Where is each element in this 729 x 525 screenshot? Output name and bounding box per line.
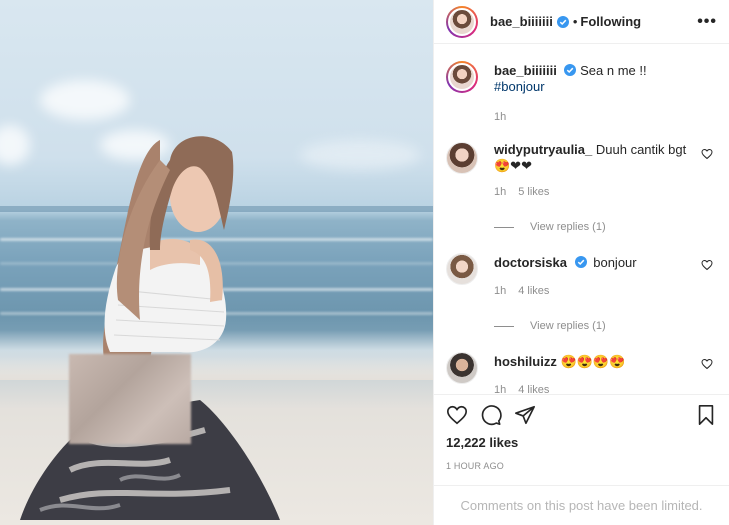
verified-icon [574, 256, 587, 268]
caption: bae_biiiiiii Sea n me !! #bonjour 1h [446, 61, 713, 125]
comment-text: Duuh cantik bgt [595, 142, 687, 157]
following-button[interactable]: Following [580, 14, 641, 29]
comment-text: bonjour [593, 255, 637, 270]
heart-icon[interactable] [446, 404, 468, 426]
instagram-post: bae_biiiiiii • Following ••• bae_biiiiii… [0, 0, 729, 525]
comments-limited-notice: Comments on this post have been limited. [434, 485, 729, 525]
author-avatar[interactable] [446, 5, 478, 38]
caption-text: Sea n me !! [580, 63, 647, 78]
caption-hashtag[interactable]: #bonjour [494, 79, 713, 95]
commenter-avatar[interactable] [446, 253, 478, 285]
comment-time[interactable]: 1h [494, 184, 506, 200]
commenter-avatar[interactable] [446, 352, 478, 384]
post-actions: 12,222 likes 1 HOUR AGO [434, 394, 729, 471]
heart-icon[interactable] [701, 358, 713, 370]
commenter-username[interactable]: hoshiluizz [494, 354, 557, 369]
share-icon[interactable] [514, 404, 536, 426]
separator: • [572, 14, 578, 29]
censor-blur [69, 354, 191, 444]
commenter-username[interactable]: widyputryaulia_ [494, 142, 592, 157]
comment-icon[interactable] [480, 404, 502, 426]
post-timestamp[interactable]: 1 HOUR AGO [446, 461, 717, 471]
action-bar [446, 399, 717, 431]
comment-item: widyputryaulia_ Duuh cantik bgt 😍❤❤ 1h 5 … [446, 142, 713, 200]
comment-likes[interactable]: 4 likes [518, 283, 549, 299]
comment-item: doctorsiska bonjour 1h 4 likes [446, 253, 713, 299]
more-icon[interactable]: ••• [697, 13, 717, 31]
caption-avatar[interactable] [446, 61, 478, 93]
like-count[interactable]: 12,222 likes [446, 435, 717, 450]
comment-emojis: 😍😍😍😍 [560, 354, 626, 369]
bookmark-icon[interactable] [695, 404, 717, 426]
post-photo[interactable] [0, 0, 433, 525]
commenter-avatar[interactable] [446, 142, 478, 174]
caption-username[interactable]: bae_biiiiiii [494, 63, 557, 78]
woman-figure [20, 136, 280, 520]
view-replies[interactable]: View replies (1) [494, 221, 713, 233]
comment-item: hoshiluizz 😍😍😍😍 1h 4 likes [446, 352, 713, 394]
heart-icon[interactable] [701, 148, 713, 160]
comment-time[interactable]: 1h [494, 382, 506, 394]
comment-likes[interactable]: 5 likes [518, 184, 549, 200]
author-username[interactable]: bae_biiiiiii [490, 14, 553, 29]
heart-icon[interactable] [701, 259, 713, 271]
commenter-username[interactable]: doctorsiska [494, 255, 567, 270]
post-sidebar: bae_biiiiiii • Following ••• bae_biiiiii… [433, 0, 729, 525]
view-replies-label[interactable]: View replies (1) [530, 320, 606, 332]
view-replies-label[interactable]: View replies (1) [530, 221, 606, 233]
comment-likes[interactable]: 4 likes [518, 382, 549, 394]
verified-icon [556, 15, 569, 28]
verified-icon [564, 64, 577, 76]
comment-emojis: 😍❤❤ [494, 158, 532, 173]
comments-list[interactable]: bae_biiiiiii Sea n me !! #bonjour 1h wid… [434, 44, 729, 394]
comment-time[interactable]: 1h [494, 283, 506, 299]
caption-time[interactable]: 1h [494, 109, 506, 125]
post-header: bae_biiiiiii • Following ••• [434, 0, 729, 44]
view-replies[interactable]: View replies (1) [494, 320, 713, 332]
